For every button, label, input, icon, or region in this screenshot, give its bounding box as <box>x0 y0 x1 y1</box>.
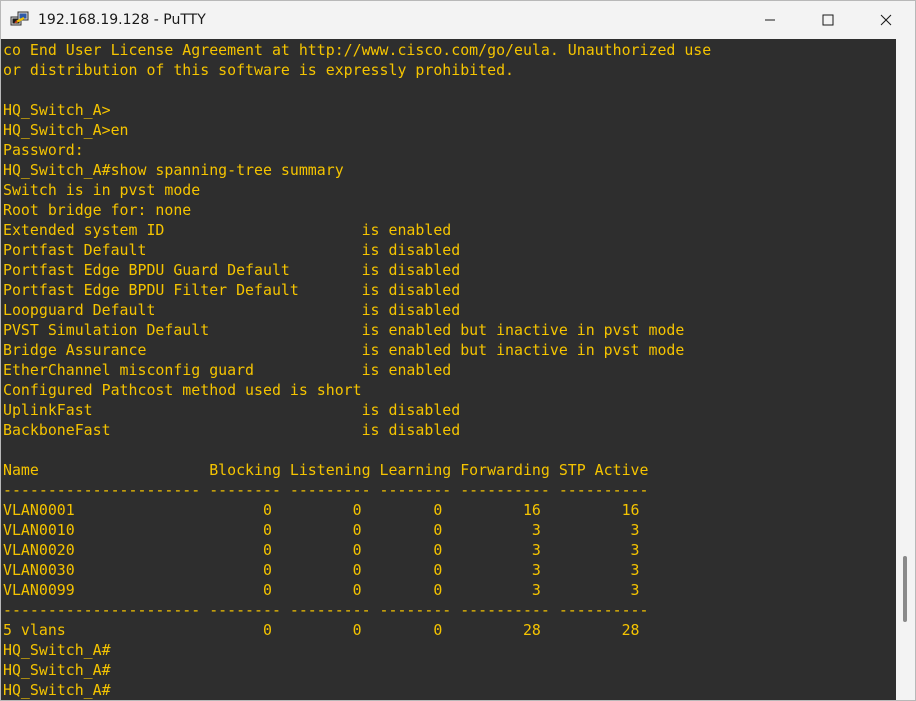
terminal-line: PVST Simulation Default is enabled but i… <box>3 321 685 339</box>
close-icon <box>880 14 892 26</box>
minimize-button[interactable] <box>741 1 799 39</box>
terminal-line: Extended system ID is enabled <box>3 221 452 239</box>
terminal-line: Password: <box>3 141 84 159</box>
window-title: 192.168.19.128 - PuTTY <box>38 12 206 28</box>
terminal-line: 5 vlans 0 0 0 28 28 <box>3 621 640 639</box>
terminal-line: Portfast Default is disabled <box>3 241 461 259</box>
terminal-line: HQ_Switch_A> <box>3 101 111 119</box>
terminal-text: co End User License Agreement at http://… <box>3 40 711 700</box>
terminal-line: Bridge Assurance is enabled but inactive… <box>3 341 685 359</box>
terminal-line: Portfast Edge BPDU Guard Default is disa… <box>3 261 461 279</box>
terminal-line: co End User License Agreement at http://… <box>3 41 712 59</box>
title-bar[interactable]: 192.168.19.128 - PuTTY <box>1 1 915 39</box>
terminal-line: HQ_Switch_A# <box>3 641 111 659</box>
terminal-line: Switch is in pvst mode <box>3 181 201 199</box>
terminal-line: HQ_Switch_A>en <box>3 121 129 139</box>
terminal-line: Root bridge for: none <box>3 201 192 219</box>
terminal-line: VLAN0030 0 0 0 3 3 <box>3 561 640 579</box>
terminal-line: HQ_Switch_A# <box>3 681 111 699</box>
terminal-line: ---------------------- -------- --------… <box>3 481 649 499</box>
terminal-line: Configured Pathcost method used is short <box>3 381 362 399</box>
vertical-scrollbar[interactable] <box>896 39 915 700</box>
close-button[interactable] <box>857 1 915 39</box>
terminal-line: VLAN0001 0 0 0 16 16 <box>3 501 640 519</box>
scrollbar-thumb[interactable] <box>903 556 907 622</box>
terminal-output[interactable]: co End User License Agreement at http://… <box>1 39 896 700</box>
terminal-line: Name Blocking Listening Learning Forward… <box>3 461 649 479</box>
maximize-icon <box>822 14 834 26</box>
terminal-line: HQ_Switch_A#show spanning-tree summary <box>3 161 344 179</box>
putty-icon[interactable] <box>10 10 30 30</box>
terminal-line: VLAN0020 0 0 0 3 3 <box>3 541 640 559</box>
minimize-icon <box>765 19 775 21</box>
terminal-line: or distribution of this software is expr… <box>3 61 515 79</box>
maximize-button[interactable] <box>799 1 857 39</box>
terminal-line: VLAN0099 0 0 0 3 3 <box>3 581 640 599</box>
terminal-line: BackboneFast is disabled <box>3 421 461 439</box>
terminal-line: Loopguard Default is disabled <box>3 301 461 319</box>
terminal-line: HQ_Switch_A# <box>3 661 111 679</box>
putty-window: 192.168.19.128 - PuTTY co End User Licen… <box>0 0 916 701</box>
terminal-line: EtherChannel misconfig guard is enabled <box>3 361 452 379</box>
terminal-line: UplinkFast is disabled <box>3 401 461 419</box>
terminal-line: ---------------------- -------- --------… <box>3 601 649 619</box>
terminal-line: VLAN0010 0 0 0 3 3 <box>3 521 640 539</box>
terminal-line: Portfast Edge BPDU Filter Default is dis… <box>3 281 461 299</box>
